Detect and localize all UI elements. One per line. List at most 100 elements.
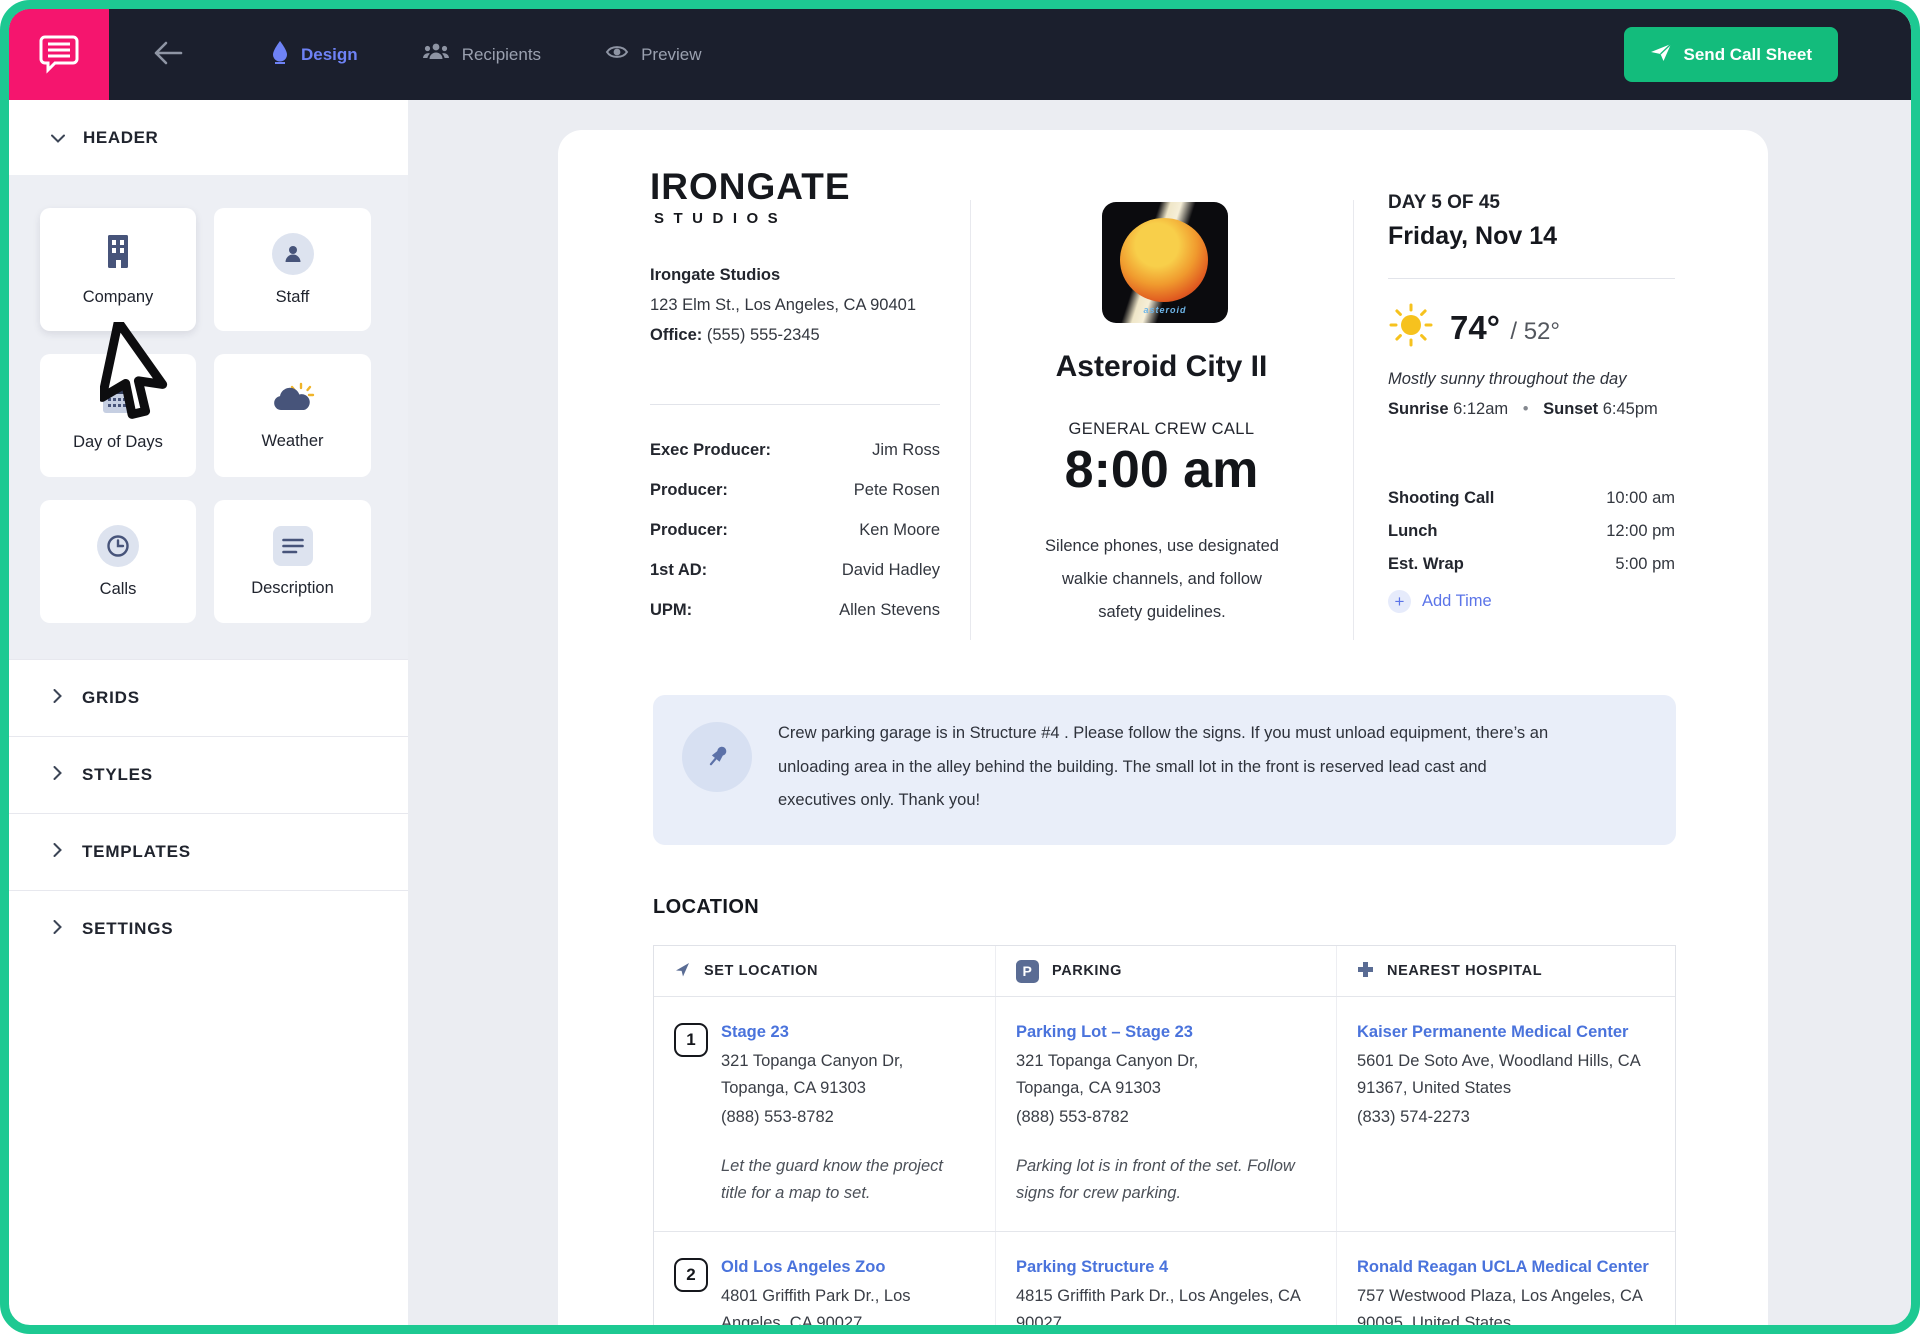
crew-name: Pete Rosen — [854, 481, 940, 500]
send-plane-icon — [1650, 42, 1672, 67]
crew-role: Producer: — [650, 481, 728, 500]
cloud-sun-icon — [271, 380, 315, 419]
set-location-address: 321 Topanga Canyon Dr, Topanga, CA 91303 — [721, 1048, 943, 1102]
hospital-address: 757 Westwood Plaza, Los Angeles, CA 9009… — [1357, 1283, 1653, 1325]
office-phone-value: (555) 555-2345 — [707, 326, 820, 344]
production-poster-image[interactable]: asteroid — [1102, 202, 1228, 323]
section-styles-label: STYLES — [82, 765, 153, 785]
parking-note: Parking lot is in front of the set. Foll… — [1016, 1153, 1314, 1207]
production-notes-banner: Crew parking garage is in Structure #4 .… — [653, 695, 1676, 845]
column-divider — [1353, 200, 1354, 640]
company-office-phone: Office: (555) 555-2345 — [650, 320, 940, 350]
back-button[interactable] — [153, 40, 183, 69]
section-grids-accordion[interactable]: GRIDS — [9, 659, 408, 736]
set-location-header-label: SET LOCATION — [704, 963, 818, 979]
crew-row: Producer: Pete Rosen — [650, 470, 940, 510]
sun-icon — [1388, 302, 1434, 353]
general-crew-call-label: GENERAL CREW CALL — [970, 420, 1353, 439]
tile-description[interactable]: Description — [214, 500, 371, 623]
design-droplet-icon — [271, 40, 289, 69]
person-icon — [272, 233, 314, 275]
text-lines-icon — [273, 526, 313, 566]
crew-row: Exec Producer: Jim Ross — [650, 430, 940, 470]
tile-staff[interactable]: Staff — [214, 208, 371, 331]
set-location-link[interactable]: Stage 23 — [721, 1023, 943, 1042]
reminder-line: safety guidelines. — [1022, 596, 1302, 629]
company-name: Irongate Studios — [650, 260, 940, 290]
production-title: Asteroid City II — [970, 350, 1353, 384]
office-label: Office: — [650, 326, 702, 344]
day-count-label: DAY 5 OF 45 — [1388, 192, 1500, 214]
time-row: Est. Wrap 5:00 pm — [1388, 548, 1675, 581]
tab-recipients[interactable]: Recipients — [422, 42, 541, 67]
reminder-line: Silence phones, use designated — [1022, 530, 1302, 563]
set-location-cell: 2 Old Los Angeles Zoo 4801 Griffith Park… — [654, 1232, 996, 1325]
hospital-link[interactable]: Kaiser Permanente Medical Center — [1357, 1023, 1653, 1042]
hospital-address: 5601 De Soto Ave, Woodland Hills, CA 913… — [1357, 1048, 1653, 1102]
tile-weather[interactable]: Weather — [214, 354, 371, 477]
parking-link[interactable]: Parking Structure 4 — [1016, 1258, 1314, 1277]
tile-calls[interactable]: Calls — [40, 500, 196, 623]
section-templates-accordion[interactable]: TEMPLATES — [9, 813, 408, 890]
preview-eye-icon — [605, 43, 629, 66]
sunrise-label: Sunrise — [1388, 400, 1449, 418]
crew-row: 1st AD: David Hadley — [650, 550, 940, 590]
section-header-accordion[interactable]: HEADER — [9, 100, 408, 175]
tab-preview-label: Preview — [641, 45, 701, 65]
weather-summary: 74° / 52° — [1388, 302, 1560, 353]
location-section-title: LOCATION — [653, 896, 759, 919]
poster-art-caption: asteroid — [1102, 305, 1228, 315]
set-location-address: 4801 Griffith Park Dr., Los Angeles, CA … — [721, 1283, 911, 1325]
header-widget-panel: Company Staff — [9, 175, 408, 659]
design-sidebar: HEADER Company — [9, 100, 408, 1325]
time-label: Est. Wrap — [1388, 555, 1464, 574]
parking-icon: P — [1016, 960, 1039, 983]
hospital-cell: Kaiser Permanente Medical Center 5601 De… — [1337, 997, 1675, 1231]
tile-company-label: Company — [83, 288, 154, 307]
tab-recipients-label: Recipients — [462, 45, 541, 65]
send-call-sheet-button[interactable]: Send Call Sheet — [1624, 27, 1838, 82]
mouse-cursor-icon — [100, 322, 190, 426]
pushpin-icon — [682, 722, 752, 792]
crew-row: UPM: Allen Stevens — [650, 590, 940, 630]
studiobinder-logo[interactable] — [9, 9, 109, 100]
reminder-line: walkie channels, and follow — [1022, 563, 1302, 596]
sunrise-sunset: Sunrise 6:12am • Sunset 6:45pm — [1388, 400, 1675, 419]
general-crew-call-time: 8:00 am — [970, 440, 1353, 500]
crew-role: Exec Producer: — [650, 441, 771, 460]
clock-icon — [97, 525, 139, 567]
set-location-cell: 1 Stage 23 321 Topanga Canyon Dr, Topang… — [654, 997, 996, 1231]
parking-link[interactable]: Parking Lot – Stage 23 — [1016, 1023, 1314, 1042]
tile-company[interactable]: Company — [40, 208, 196, 331]
chevron-right-icon — [53, 688, 62, 708]
hospital-link[interactable]: Ronald Reagan UCLA Medical Center — [1357, 1258, 1653, 1277]
company-logo-subtext: STUDIOS — [650, 210, 940, 227]
chevron-down-icon — [51, 128, 65, 148]
add-time-button[interactable]: + Add Time — [1388, 590, 1492, 613]
parking-cell: Parking Structure 4 4815 Griffith Park D… — [996, 1232, 1337, 1325]
sunset-label: Sunset — [1543, 400, 1598, 418]
sunset-time: 6:45pm — [1603, 400, 1658, 418]
section-settings-accordion[interactable]: SETTINGS — [9, 890, 408, 967]
temperature-low: / 52° — [1510, 318, 1560, 345]
canvas-area: IRONGATE STUDIOS Irongate Studios 123 El… — [408, 100, 1911, 1325]
call-times-list: Shooting Call 10:00 am Lunch 12:00 pm Es… — [1388, 482, 1675, 581]
set-location-link[interactable]: Old Los Angeles Zoo — [721, 1258, 911, 1277]
speech-bubble-icon — [37, 30, 81, 79]
section-settings-label: SETTINGS — [82, 919, 173, 939]
divider — [1388, 278, 1675, 279]
set-location-phone: (888) 553-8782 — [721, 1108, 943, 1127]
tab-preview[interactable]: Preview — [605, 43, 701, 66]
tab-design[interactable]: Design — [271, 40, 358, 69]
tab-design-label: Design — [301, 45, 358, 65]
weather-forecast: Mostly sunny throughout the day — [1388, 370, 1626, 389]
section-styles-accordion[interactable]: STYLES — [9, 736, 408, 813]
crew-name: Allen Stevens — [839, 601, 940, 620]
temperature-high: 74° — [1450, 309, 1500, 346]
crew-name: Ken Moore — [859, 521, 940, 540]
add-time-label: Add Time — [1422, 592, 1492, 611]
tile-description-label: Description — [251, 579, 334, 598]
note-line: Crew parking garage is in Structure #4 .… — [778, 717, 1658, 751]
production-note-text: Crew parking garage is in Structure #4 .… — [778, 717, 1658, 818]
recipients-people-icon — [422, 42, 450, 67]
